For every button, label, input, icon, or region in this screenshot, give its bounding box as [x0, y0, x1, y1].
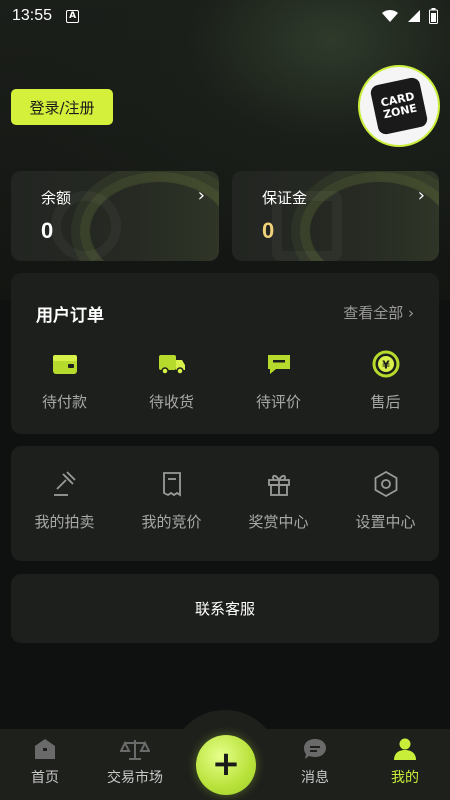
balance-label: 余额: [41, 189, 72, 207]
orders-grid: 待付款 待收货 待评价 ¥ 售后: [11, 349, 439, 412]
my-bids-item[interactable]: 我的竞价: [118, 469, 225, 532]
order-pending-payment[interactable]: 待付款: [11, 349, 118, 412]
order-after-sales[interactable]: ¥ 售后: [332, 349, 439, 412]
order-label: 待收货: [148, 393, 194, 411]
order-pending-review[interactable]: 待评价: [225, 349, 332, 412]
order-label: 待评价: [255, 393, 301, 411]
tab-home[interactable]: 首页: [0, 737, 90, 787]
login-register-button[interactable]: 登录/注册: [11, 89, 113, 125]
wifi-icon: [382, 9, 398, 22]
tab-label: 交易市场: [107, 770, 163, 786]
tools-panel: 我的拍卖 我的竞价 奖赏中心 设置中心: [11, 446, 439, 561]
chevron-right-icon: ›: [417, 185, 425, 206]
orders-title: 用户订单: [36, 306, 104, 326]
order-pending-receipt[interactable]: 待收货: [118, 349, 225, 412]
my-auctions-item[interactable]: 我的拍卖: [11, 469, 118, 532]
tab-label: 消息: [301, 770, 329, 786]
balance-value: 0: [41, 218, 54, 243]
tab-label: 首页: [31, 770, 59, 786]
plus-icon: +: [211, 744, 241, 784]
tool-label: 奖赏中心: [248, 513, 309, 531]
tools-grid: 我的拍卖 我的竞价 奖赏中心 设置中心: [11, 469, 439, 532]
order-label: 售后: [370, 393, 401, 411]
tab-mine[interactable]: 我的: [360, 737, 450, 787]
tab-messages[interactable]: 消息: [270, 737, 360, 787]
scale-icon: [120, 740, 150, 760]
deposit-card[interactable]: 保证金 › 0: [232, 171, 439, 261]
status-indicators: [381, 8, 438, 24]
truck-icon: [157, 349, 187, 379]
chevron-right-icon: ›: [197, 185, 205, 206]
publish-plus-button[interactable]: +: [196, 735, 256, 795]
rewards-center-item[interactable]: 奖赏中心: [225, 469, 332, 532]
settings-center-item[interactable]: 设置中心: [332, 469, 439, 532]
deposit-value: 0: [262, 218, 275, 243]
tab-market[interactable]: 交易市场: [90, 737, 180, 787]
tab-label: 我的: [391, 770, 419, 786]
chat-icon: [304, 739, 326, 759]
hexagon-settings-icon: [371, 469, 401, 499]
deposit-label: 保证金: [262, 189, 308, 207]
signal-icon: [408, 10, 420, 22]
receipt-icon: [157, 469, 187, 499]
yen-refresh-icon: ¥: [371, 349, 401, 379]
contact-service-button[interactable]: 联系客服: [11, 574, 439, 643]
person-icon: [394, 738, 416, 760]
battery-icon: [429, 8, 438, 24]
balance-card[interactable]: 余额 › 0: [11, 171, 219, 261]
svg-text:¥: ¥: [382, 359, 390, 372]
gavel-icon: [50, 469, 80, 499]
status-bar: 13:55 A: [0, 0, 450, 32]
comment-icon: [264, 349, 294, 379]
avatar[interactable]: CARD ZONE: [358, 65, 440, 147]
tool-label: 设置中心: [355, 513, 416, 531]
view-all-orders-link[interactable]: 查看全部 ›: [343, 302, 414, 323]
notification-badge-icon: A: [66, 9, 80, 23]
status-time: 13:55: [12, 7, 53, 24]
wallet-icon: [50, 349, 80, 379]
card-zone-logo: CARD ZONE: [369, 76, 429, 136]
home-icon: [35, 739, 55, 759]
order-label: 待付款: [41, 393, 87, 411]
tool-label: 我的竞价: [141, 513, 202, 531]
user-orders-panel: 用户订单 查看全部 › 待付款 待收货 待评价 ¥ 售后: [11, 273, 439, 434]
tool-label: 我的拍卖: [34, 513, 95, 531]
gift-icon: [264, 469, 294, 499]
